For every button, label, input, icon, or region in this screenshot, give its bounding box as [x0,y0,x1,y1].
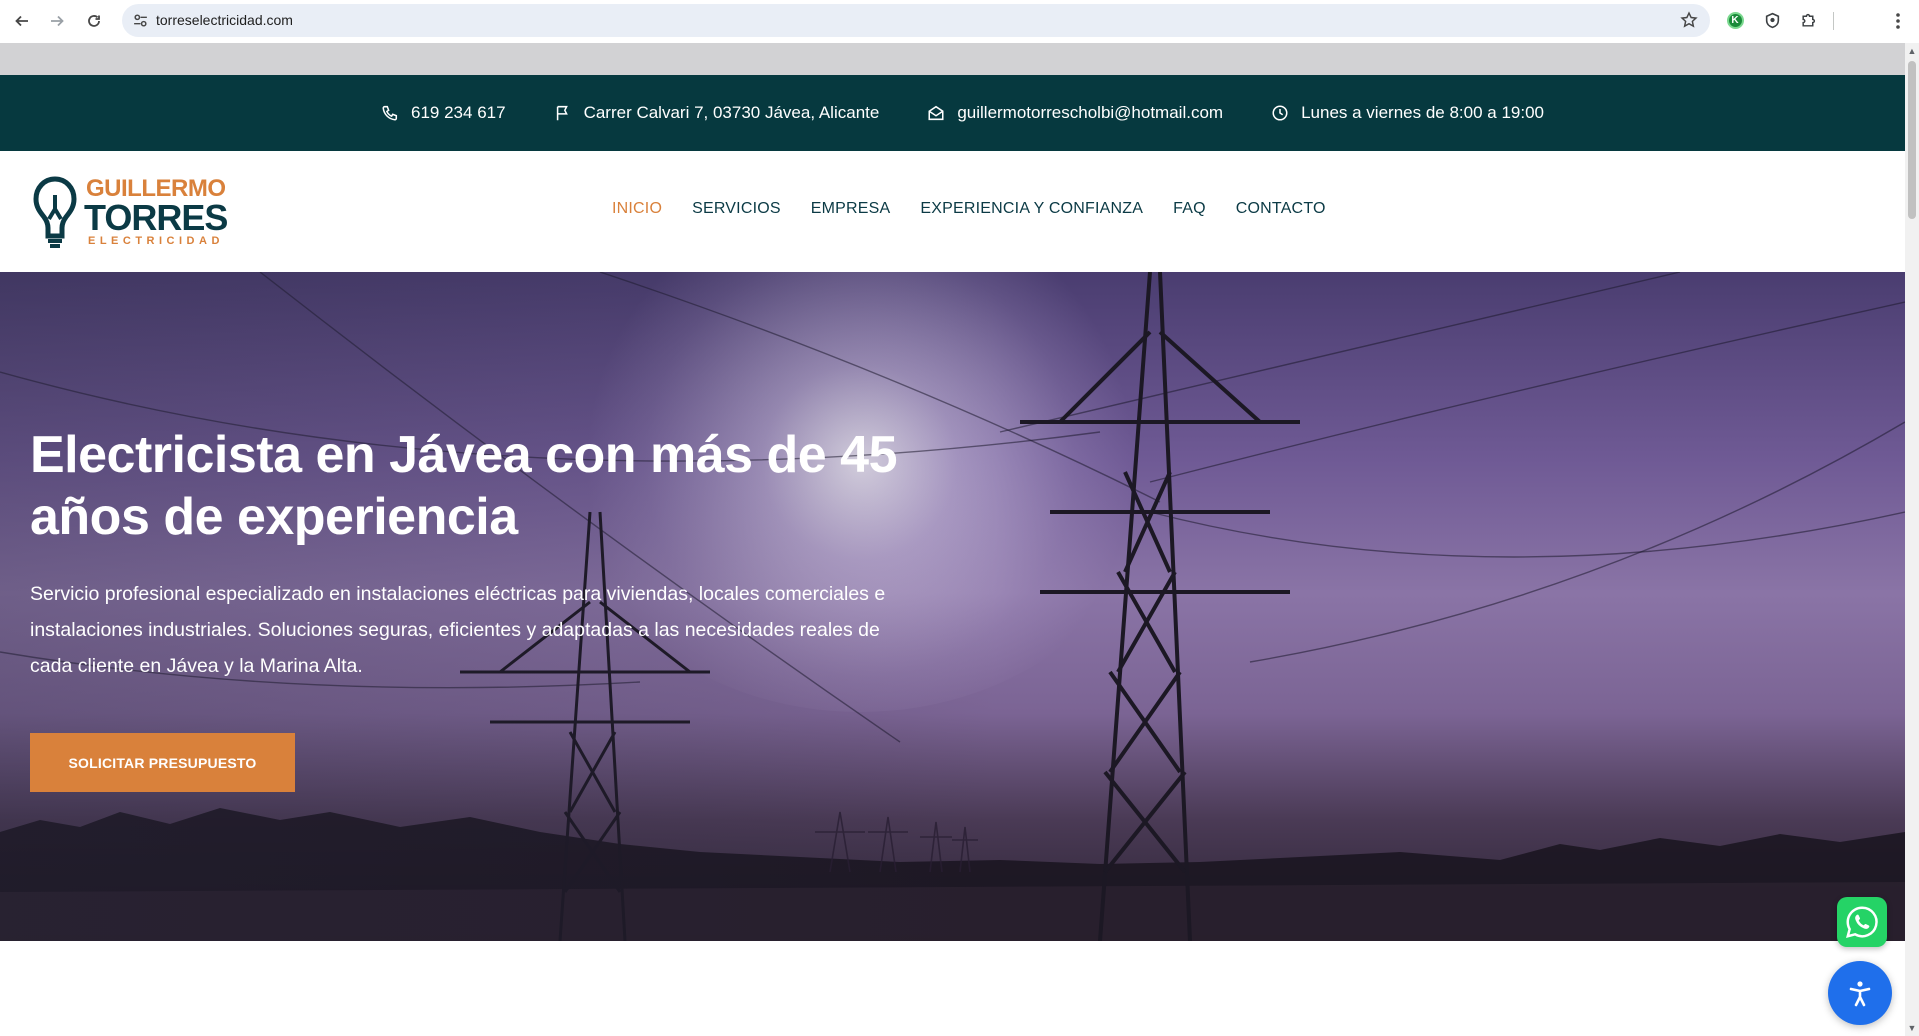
phone-icon [382,105,398,121]
hero-title: Electricista en Jávea con más de 45 años… [30,426,898,546]
site-settings-icon[interactable] [132,12,149,29]
site-logo[interactable]: GUILLERMO TORRES ELECTRICIDAD [30,171,240,251]
page-scrollbar[interactable]: ▲ ▼ [1905,43,1919,1036]
address-info: Carrer Calvari 7, 03730 Jávea, Alicante [554,103,880,123]
address-bar[interactable]: torreselectricidad.com [122,4,1710,37]
envelope-icon [928,105,944,121]
logo-line-torres: TORRES [84,197,228,238]
email-text: guillermotorrescholbi@hotmail.com [957,103,1224,122]
hero-description: Servicio profesional especializado en in… [30,583,886,677]
bookmark-star-icon[interactable] [1680,11,1698,29]
hero-section: Electricista en Jávea con más de 45 años… [0,272,1905,941]
menu-item-servicios[interactable]: SERVICIOS [692,200,781,218]
menu-item-empresa[interactable]: EMPRESA [811,200,891,218]
request-quote-button[interactable]: SOLICITAR PRESUPUESTO [30,733,295,792]
toolbar-separator [1833,12,1834,30]
page-viewport: 619 234 617 Carrer Calvari 7, 03730 Jáve… [0,43,1905,1036]
scrollbar-thumb[interactable] [1908,61,1916,219]
extensions-puzzle-icon[interactable] [1798,10,1818,30]
url-text: torreselectricidad.com [156,12,293,28]
email-info[interactable]: guillermotorrescholbi@hotmail.com [927,103,1223,123]
hours-text: Lunes a viernes de 8:00 a 19:00 [1301,103,1544,122]
phone-info[interactable]: 619 234 617 [381,103,506,123]
menu-item-contacto[interactable]: CONTACTO [1236,200,1326,218]
lightbulb-logo-icon [33,176,77,248]
accessibility-icon [1849,981,1871,1007]
clock-icon [1272,105,1288,121]
address-text: Carrer Calvari 7, 03730 Jávea, Alicante [583,103,880,122]
reload-icon[interactable] [81,8,107,34]
kaspersky-extension-icon[interactable]: K [1725,10,1745,30]
site-header: GUILLERMO TORRES ELECTRICIDAD INICIO SER… [0,151,1905,272]
accessibility-button[interactable] [1828,961,1892,1025]
forward-icon[interactable] [44,8,70,34]
browser-menu-icon[interactable] [1888,10,1908,32]
phone-text: 619 234 617 [411,103,506,122]
menu-item-faq[interactable]: FAQ [1173,200,1206,218]
shield-extension-icon[interactable] [1762,10,1782,30]
hours-info: Lunes a viernes de 8:00 a 19:00 [1271,103,1544,123]
main-menu: INICIO SERVICIOS EMPRESA EXPERIENCIA Y C… [612,200,1326,218]
back-icon[interactable] [9,8,35,34]
top-strip [0,43,1905,75]
whatsapp-icon [1846,906,1878,938]
logo-line-electricidad: ELECTRICIDAD [88,235,224,247]
scroll-up-arrow-icon[interactable]: ▲ [1907,46,1917,56]
scroll-down-arrow-icon[interactable]: ▼ [1907,1023,1917,1033]
contact-topbar: 619 234 617 Carrer Calvari 7, 03730 Jáve… [0,75,1905,151]
browser-toolbar: torreselectricidad.com K [0,0,1919,43]
flag-icon [556,105,568,121]
menu-item-inicio[interactable]: INICIO [612,200,662,218]
whatsapp-button[interactable] [1837,897,1887,947]
menu-item-experiencia[interactable]: EXPERIENCIA Y CONFIANZA [920,200,1143,218]
